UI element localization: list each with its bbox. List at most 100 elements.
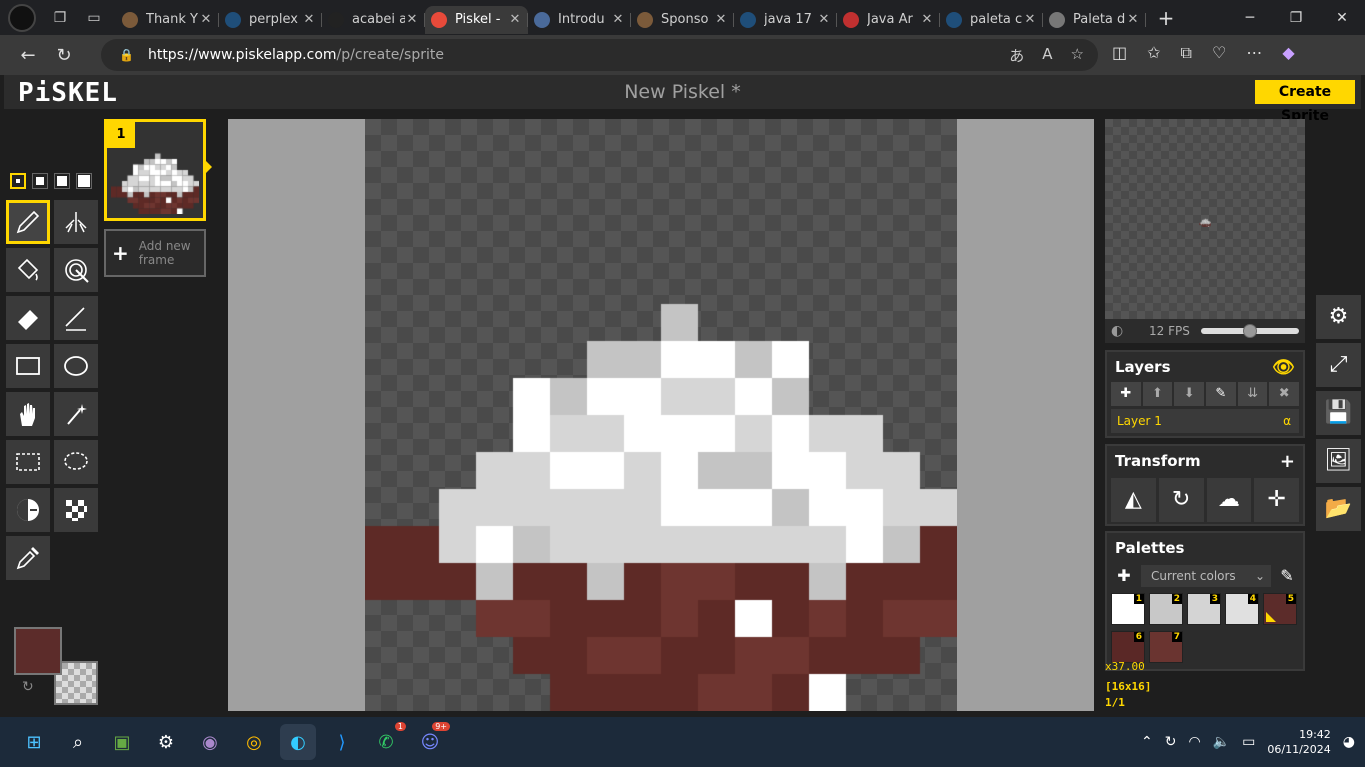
palette-swatch[interactable]: 3	[1187, 593, 1221, 625]
clone-sheep-icon[interactable]: ☁	[1206, 478, 1252, 522]
pen-size-2[interactable]	[32, 173, 48, 189]
close-icon[interactable]: ✕	[1319, 10, 1365, 26]
copilot-icon[interactable]: ◆	[1282, 43, 1294, 63]
palette-swatch[interactable]: 2	[1149, 593, 1183, 625]
fps-slider[interactable]	[1201, 324, 1299, 338]
circle-tool[interactable]	[54, 344, 98, 388]
vscode-icon[interactable]: ⟩	[324, 724, 360, 760]
discord-icon[interactable]: ☺ 9+	[412, 722, 450, 760]
pen-size-4[interactable]	[76, 173, 92, 189]
stroke-tool[interactable]	[54, 296, 98, 340]
pen-size-3[interactable]	[54, 173, 70, 189]
search-icon[interactable]: ⌕	[60, 724, 96, 760]
rectangle-tool[interactable]	[6, 344, 50, 388]
tab-close-icon[interactable]: ✕	[1126, 12, 1140, 27]
browser-tab[interactable]: acabei a ✕	[322, 6, 425, 34]
toggle-layer-visibility-icon[interactable]: 👁	[1272, 357, 1295, 378]
tab-close-icon[interactable]: ✕	[1023, 12, 1037, 27]
lighten-tool[interactable]	[6, 488, 50, 532]
expand-transform-icon[interactable]: +	[1280, 451, 1295, 472]
tab-close-icon[interactable]: ✕	[302, 12, 316, 27]
browser-tab[interactable]: Thank Y ✕	[116, 6, 219, 34]
onion-skin-icon[interactable]: ◐	[1111, 323, 1133, 339]
layer-opacity-button[interactable]: α	[1283, 414, 1291, 428]
swap-colors-icon[interactable]: ↻	[22, 679, 34, 695]
color-picker-tool[interactable]	[6, 536, 50, 580]
add-palette-button[interactable]: ✚	[1111, 565, 1137, 587]
open-folder-icon[interactable]: 📂	[1316, 487, 1361, 531]
palette-swatch[interactable]: 4	[1225, 593, 1259, 625]
rectangle-select-tool[interactable]	[6, 440, 50, 484]
add-new-frame-button[interactable]: + Add new frame	[104, 229, 206, 277]
settings-app-icon[interactable]: ⚙	[148, 724, 184, 760]
resize-icon[interactable]: ⤢	[1316, 343, 1361, 387]
lasso-select-tool[interactable]	[54, 440, 98, 484]
edit-palette-button[interactable]: ✎	[1275, 565, 1299, 587]
browser-tab[interactable]: paleta c ✕	[940, 6, 1043, 34]
notifications-icon[interactable]: ◕	[1343, 734, 1355, 750]
frame-thumbnail[interactable]: 1	[104, 119, 212, 221]
sprite-pixels[interactable]	[365, 119, 957, 711]
more-menu-icon[interactable]: ⋯	[1246, 43, 1262, 63]
refresh-button[interactable]: ↻	[46, 45, 82, 66]
tab-close-icon[interactable]: ✕	[817, 12, 831, 27]
back-button[interactable]: ←	[10, 45, 46, 66]
read-aloud-icon[interactable]: A	[1042, 45, 1052, 66]
move-layer-down-button[interactable]: ⬇	[1174, 382, 1205, 406]
settings-gear-icon[interactable]: ⚙	[1316, 295, 1361, 339]
magic-wand-tool[interactable]	[54, 392, 98, 436]
drawing-area[interactable]	[228, 119, 1094, 711]
wifi-icon[interactable]: ◠	[1188, 734, 1200, 750]
performance-icon[interactable]: ♡	[1212, 43, 1226, 63]
browser-tab[interactable]: Java Ar ✕	[837, 6, 940, 34]
palette-swatch[interactable]: 7	[1149, 631, 1183, 663]
dithering-tool[interactable]	[54, 488, 98, 532]
lock-icon[interactable]: 🔒	[119, 48, 134, 62]
chrome-icon[interactable]: ◎	[236, 724, 272, 760]
tab-actions-icon[interactable]: ▭	[84, 8, 104, 28]
pen-size-1[interactable]	[10, 173, 26, 189]
browser-tab[interactable]: perplex ✕	[219, 6, 322, 34]
palette-swatch[interactable]: 1	[1111, 593, 1145, 625]
browser-tab[interactable]: Piskel - ✕	[425, 5, 528, 34]
vertical-mirror-pen-tool[interactable]	[54, 200, 98, 244]
merge-layer-button[interactable]: ⇊	[1237, 382, 1268, 406]
paint-same-color-tool[interactable]	[54, 248, 98, 292]
project-title[interactable]: New Piskel *	[4, 81, 1361, 103]
translate-icon[interactable]: あ	[1009, 45, 1024, 66]
primary-color-swatch[interactable]	[14, 627, 62, 675]
start-windows-icon[interactable]: ⊞	[16, 724, 52, 760]
workspaces-icon[interactable]: ❐	[50, 8, 70, 28]
flip-icon[interactable]: ◭	[1111, 478, 1156, 522]
whatsapp-icon[interactable]: ✆ 1	[368, 722, 406, 760]
minecraft-icon[interactable]: ▣	[104, 724, 140, 760]
profile-avatar[interactable]	[8, 3, 36, 32]
move-layer-up-button[interactable]: ⬆	[1142, 382, 1173, 406]
rotate-icon[interactable]: ↻	[1158, 478, 1204, 522]
fps-slider-knob[interactable]	[1243, 324, 1257, 338]
tray-expand-icon[interactable]: ⌃	[1141, 734, 1153, 750]
rename-layer-button[interactable]: ✎	[1206, 382, 1236, 406]
move-tool[interactable]	[6, 392, 50, 436]
url-field[interactable]: 🔒 https://www.piskelapp.com/p/create/spr…	[101, 39, 1098, 71]
tab-close-icon[interactable]: ✕	[920, 12, 934, 27]
export-image-icon[interactable]: 🖼	[1316, 439, 1361, 483]
layer-item[interactable]: Layer 1 α	[1111, 409, 1299, 433]
create-sprite-button[interactable]: Create Sprite	[1255, 80, 1355, 124]
preview-canvas[interactable]	[1105, 119, 1305, 319]
favorite-star-icon[interactable]: ☆	[1071, 45, 1084, 66]
battery-icon[interactable]: ▭	[1242, 734, 1255, 750]
browser-tab[interactable]: Paleta d ✕	[1043, 6, 1146, 34]
sync-icon[interactable]: ↻	[1165, 734, 1177, 750]
volume-icon[interactable]: 🔈	[1213, 734, 1230, 750]
browser-tab[interactable]: Introdu ✕	[528, 6, 631, 34]
browser-tab[interactable]: java 17 ✕	[734, 6, 837, 34]
split-screen-icon[interactable]: ◫	[1112, 43, 1127, 63]
save-icon[interactable]: 💾	[1316, 391, 1361, 435]
edge-icon[interactable]: ◐	[280, 724, 316, 760]
browser-tab[interactable]: Sponso ✕	[631, 6, 734, 34]
delete-layer-button[interactable]: ✖	[1269, 382, 1300, 406]
pen-tool[interactable]	[6, 200, 50, 244]
minimize-icon[interactable]: ─	[1227, 10, 1273, 26]
palette-swatch[interactable]: 5	[1263, 593, 1297, 625]
